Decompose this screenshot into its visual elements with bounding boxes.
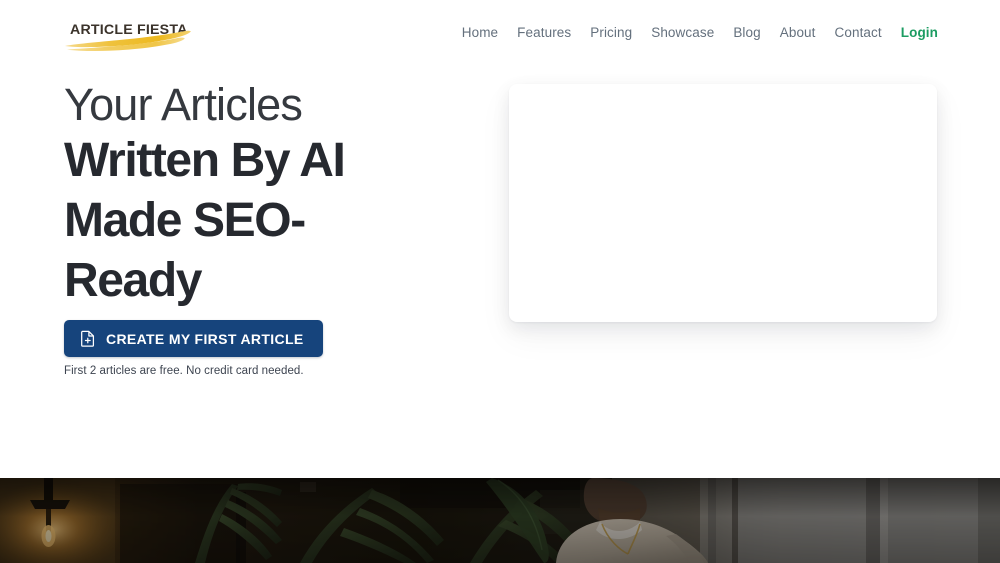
cta-label: CREATE MY FIRST ARTICLE bbox=[106, 330, 304, 347]
nav-link-contact[interactable]: Contact bbox=[835, 26, 882, 40]
nav-link-showcase[interactable]: Showcase bbox=[651, 26, 714, 40]
hero-title-line-1: Your Articles bbox=[64, 79, 303, 130]
create-my-first-article-button[interactable]: CREATE MY FIRST ARTICLE bbox=[64, 320, 323, 357]
nav-link-features[interactable]: Features bbox=[517, 26, 571, 40]
hero-title-line-2: Written By AI bbox=[64, 134, 346, 187]
nav-link-pricing[interactable]: Pricing bbox=[590, 26, 632, 40]
hero-title-line-4: Ready bbox=[64, 254, 202, 307]
lifestyle-video-strip[interactable] bbox=[0, 478, 1000, 563]
nav-link-login[interactable]: Login bbox=[901, 26, 938, 40]
cta-subtext: First 2 articles are free. No credit car… bbox=[64, 365, 304, 377]
hero-section: Your Articles Written By AI Made SEO- Re… bbox=[0, 72, 1000, 478]
nav-link-home[interactable]: Home bbox=[462, 26, 498, 40]
logo-swoosh-icon: ARTICLE FIESTA bbox=[65, 22, 191, 52]
nav-link-about[interactable]: About bbox=[780, 26, 816, 40]
page-title: Your Articles Written By AI Made SEO- Re… bbox=[64, 79, 484, 311]
main-nav: Home Features Pricing Showcase Blog Abou… bbox=[462, 26, 938, 40]
hero-copy: Your Articles Written By AI Made SEO- Re… bbox=[64, 79, 484, 311]
nav-link-blog[interactable]: Blog bbox=[733, 26, 760, 40]
hero-video-placeholder[interactable] bbox=[509, 84, 937, 322]
landing-page: ARTICLE FIESTA Home Features Pricing Sho… bbox=[0, 0, 1000, 563]
logo[interactable]: ARTICLE FIESTA bbox=[64, 16, 194, 56]
file-plus-icon bbox=[80, 330, 96, 347]
lifestyle-scene-image bbox=[0, 478, 1000, 563]
hero-title-line-3: Made SEO- bbox=[64, 194, 306, 247]
site-header: ARTICLE FIESTA Home Features Pricing Sho… bbox=[0, 0, 1000, 72]
